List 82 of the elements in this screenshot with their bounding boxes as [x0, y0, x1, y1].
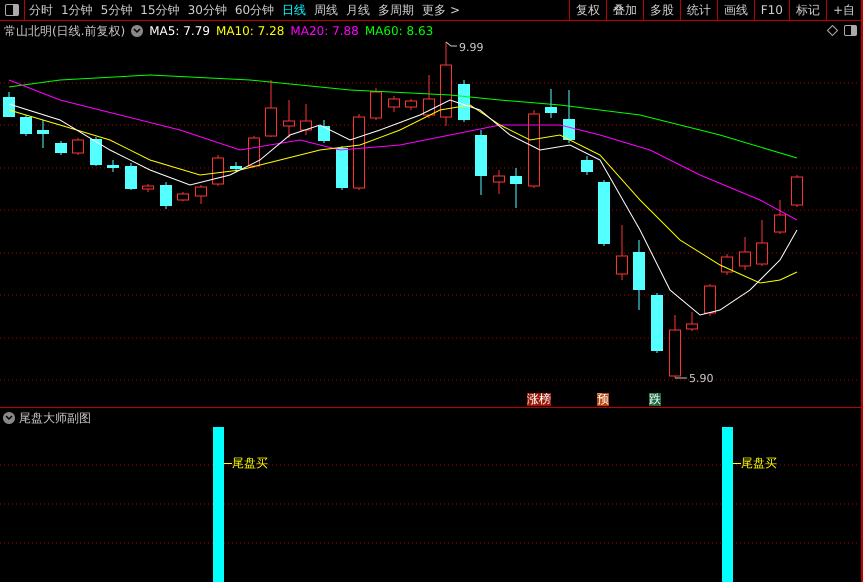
stock-title: 常山北明(日线.前复权)	[4, 22, 126, 40]
candlestick	[669, 314, 681, 378]
candlestick	[3, 92, 15, 118]
candlestick	[90, 136, 102, 166]
candlestick	[265, 80, 277, 138]
toolbar-button[interactable]: 多股	[642, 0, 680, 20]
signal-tag: 涨榜	[527, 393, 551, 406]
candlestick	[458, 80, 470, 122]
candlestick	[739, 236, 751, 270]
candlestick	[633, 240, 645, 310]
candlestick	[756, 220, 768, 266]
period-tab[interactable]: 周线	[310, 1, 342, 19]
more-button[interactable]: 更多 >	[418, 1, 464, 19]
diamond-icon[interactable]	[827, 25, 838, 36]
dropdown-icon[interactable]	[131, 24, 144, 36]
candlestick	[493, 170, 505, 194]
leader-line	[224, 462, 232, 464]
candlestick	[475, 130, 487, 196]
candlestick	[336, 146, 348, 190]
period-tab[interactable]: 分时	[25, 1, 57, 19]
candlestick	[125, 162, 137, 190]
candlestick	[283, 100, 295, 138]
period-tab[interactable]: 月线	[342, 1, 374, 19]
candlestick	[581, 156, 593, 176]
candlestick	[160, 182, 172, 210]
buy-signal-label: 尾盘买	[741, 455, 777, 472]
toolbar-button[interactable]: 复权	[568, 0, 606, 20]
candlestick	[510, 168, 522, 208]
candlestick	[423, 74, 435, 118]
candlestick	[686, 312, 698, 332]
period-tab[interactable]: 1分钟	[57, 1, 97, 19]
toolbar-button[interactable]: 叠加	[606, 0, 643, 20]
period-tab[interactable]: 多周期	[374, 1, 418, 19]
sub-chart-title: 尾盘大师副图	[19, 410, 91, 426]
ma-legend: MA20: 7.88	[290, 22, 359, 40]
candlestick	[55, 140, 67, 156]
signal-tag: 预	[597, 393, 609, 406]
high-price-label: 9.99	[459, 40, 484, 56]
toolbar-button[interactable]: 标记	[788, 0, 826, 20]
toolbar-button[interactable]: F10	[754, 0, 789, 20]
candlestick	[107, 160, 119, 172]
ma-legend: MA10: 7.28	[216, 22, 284, 40]
period-tab[interactable]: 60分钟	[230, 1, 278, 19]
leader-line	[446, 42, 458, 46]
candlestick	[37, 120, 49, 148]
candlestick	[177, 192, 189, 202]
dropdown-icon[interactable]	[3, 412, 15, 424]
period-tab[interactable]: 日线	[278, 1, 310, 19]
candlestick	[248, 136, 260, 168]
ma-legend: MA60: 8.63	[364, 22, 434, 40]
low-price-label: 5.90	[689, 371, 714, 387]
candlestick	[20, 114, 32, 136]
panel-toggle-icon[interactable]	[5, 4, 19, 16]
candlestick	[195, 184, 207, 204]
buy-signal-label: 尾盘买	[232, 455, 268, 472]
signal-tag: 跌	[649, 393, 661, 406]
toolbar-button[interactable]: 统计	[680, 0, 717, 20]
candlestick	[405, 98, 417, 110]
period-tab[interactable]: 30分钟	[184, 1, 231, 19]
candlestick	[791, 174, 803, 208]
candlestick	[212, 154, 224, 186]
candlestick	[704, 284, 716, 316]
candlestick	[388, 96, 400, 112]
candlestick	[318, 120, 330, 144]
candlestick	[72, 138, 84, 156]
candlestick	[651, 292, 663, 354]
candlestick	[721, 254, 733, 276]
candlestick	[300, 104, 312, 136]
period-tab[interactable]: 15分钟	[136, 1, 184, 19]
candlestick	[230, 162, 242, 172]
candlestick	[616, 224, 628, 280]
period-tab[interactable]: 5分钟	[96, 1, 136, 19]
ma-legend: MA5: 7.79	[149, 22, 210, 40]
candlestick	[370, 88, 382, 120]
leader-line	[733, 462, 741, 464]
toolbar-button[interactable]: +自	[826, 0, 861, 20]
candlestick	[545, 88, 557, 118]
candlestick	[563, 90, 575, 144]
panel-toggle-icon[interactable]	[844, 25, 857, 36]
candlestick	[774, 200, 786, 234]
toolbar-button[interactable]: 画线	[716, 0, 754, 20]
candlestick	[598, 180, 610, 246]
